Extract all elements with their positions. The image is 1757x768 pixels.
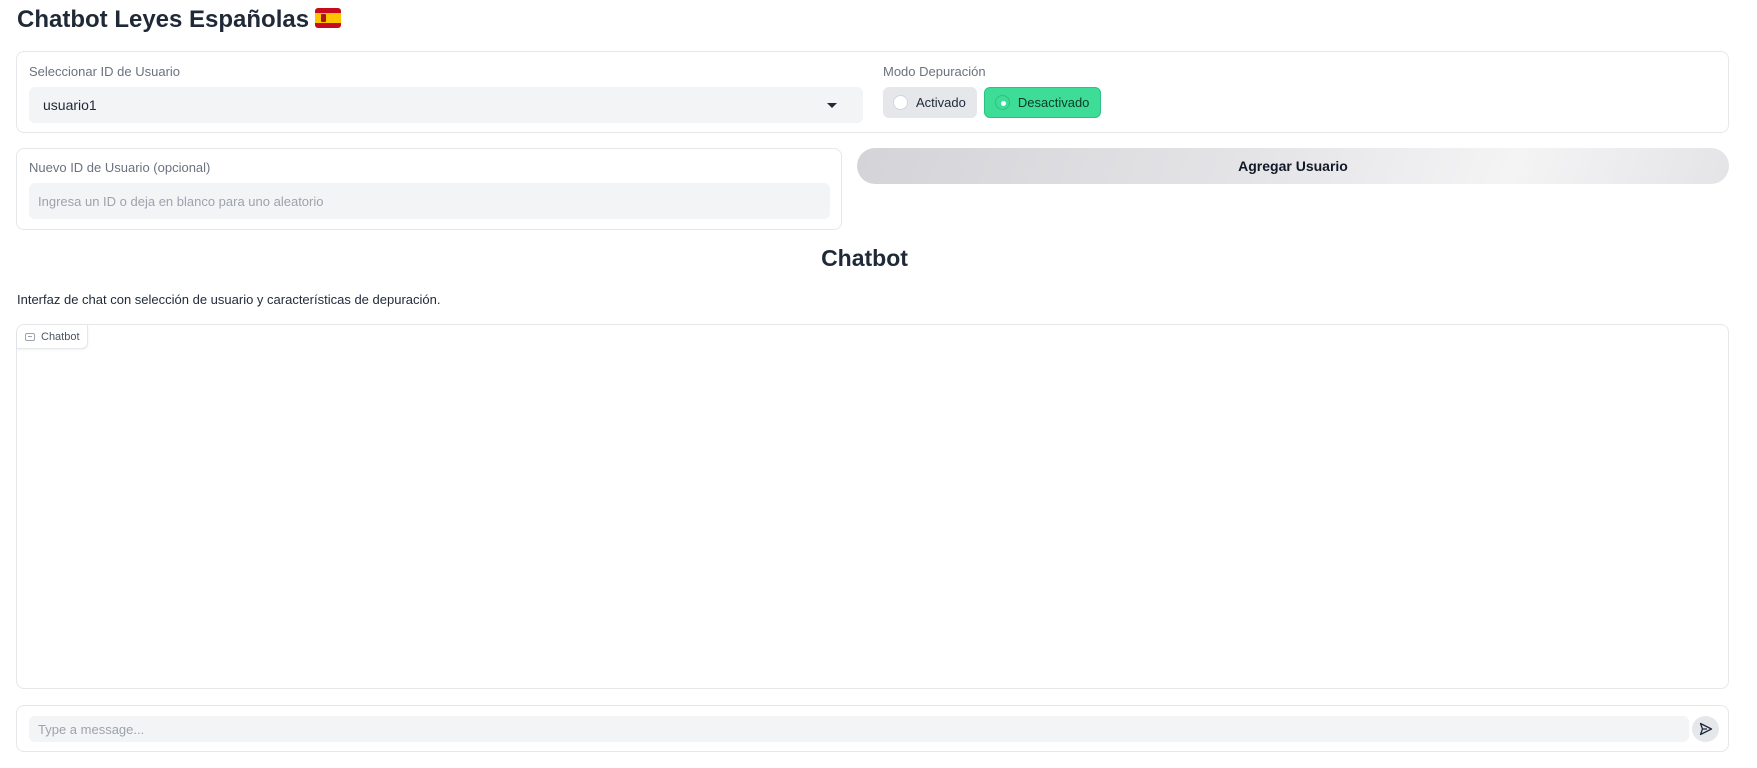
- chat-history-panel[interactable]: Chatbot: [16, 324, 1729, 689]
- message-bar: [16, 705, 1729, 752]
- user-select-label: Seleccionar ID de Usuario: [29, 64, 181, 79]
- chatbot-tag: Chatbot: [17, 325, 88, 349]
- user-id-dropdown[interactable]: usuario1: [29, 87, 863, 123]
- message-input[interactable]: [29, 716, 1689, 742]
- debug-option-label: Desactivado: [1017, 95, 1090, 110]
- debug-option-activado[interactable]: Activado: [883, 87, 977, 118]
- chatbot-tag-label: Chatbot: [41, 330, 80, 343]
- chat-bubble-icon: [25, 332, 35, 341]
- chatbot-heading: Chatbot: [821, 245, 908, 271]
- debug-option-desactivado[interactable]: Desactivado: [983, 87, 1102, 118]
- send-icon: [1699, 722, 1712, 736]
- debug-mode-label: Modo Depuración: [883, 64, 986, 79]
- page-title-text: Chatbot Leyes Españolas: [17, 6, 310, 33]
- chatbot-description: Interfaz de chat con selección de usuari…: [17, 292, 441, 307]
- debug-mode-radio-group: Activado Desactivado: [883, 87, 1102, 118]
- radio-unchecked-icon[interactable]: [893, 95, 908, 110]
- radio-checked-icon[interactable]: [994, 95, 1010, 110]
- new-user-id-label: Nuevo ID de Usuario (opcional): [29, 160, 211, 175]
- debug-option-label: Activado: [916, 95, 966, 110]
- user-id-dropdown-value: usuario1: [43, 97, 97, 113]
- chevron-down-icon[interactable]: [827, 102, 837, 108]
- new-user-panel: Nuevo ID de Usuario (opcional): [16, 148, 842, 230]
- page-title: Chatbot Leyes Españolas: [17, 6, 342, 34]
- settings-panel: Seleccionar ID de Usuario usuario1 Modo …: [16, 51, 1729, 133]
- add-user-button[interactable]: Agregar Usuario: [857, 148, 1729, 184]
- send-button[interactable]: [1692, 716, 1719, 742]
- new-user-id-input[interactable]: [29, 183, 830, 219]
- spain-flag-icon: [315, 8, 342, 28]
- app-root: Chatbot Leyes Españolas Seleccionar ID d…: [0, 0, 1757, 768]
